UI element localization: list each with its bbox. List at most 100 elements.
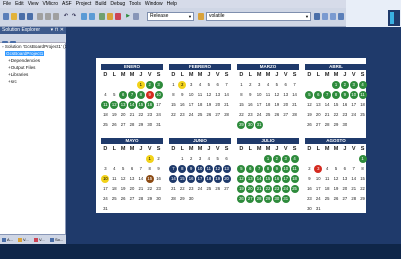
bottom-tab-3[interactable]: V... [34,237,45,243]
day-cell[interactable]: 18 [204,175,213,183]
day-cell[interactable]: 21 [223,101,231,109]
day-cell[interactable]: 12 [213,165,222,173]
day-cell[interactable]: 28 [169,195,177,203]
bottom-tab-2[interactable]: V... [18,237,29,243]
day-cell[interactable]: 12 [305,101,313,109]
day-cell[interactable]: 11 [101,101,110,109]
day-cell[interactable]: 2 [155,155,163,163]
day-cell[interactable]: 21 [323,111,331,119]
bottom-tab-1[interactable]: A... [2,237,13,243]
day-cell[interactable]: 5 [332,165,340,173]
day-cell[interactable]: 10 [281,165,290,173]
day-cell[interactable]: 15 [136,101,145,109]
day-cell[interactable]: 13 [341,175,349,183]
day-cell[interactable]: 11 [323,175,331,183]
day-cell[interactable]: 15 [359,175,367,183]
day-cell[interactable]: 25 [323,195,331,203]
day-cell[interactable]: 3 [196,155,204,163]
day-cell[interactable]: 18 [359,101,367,109]
configuration-dropdown[interactable]: Release ▼ [147,12,194,21]
day-cell[interactable]: 30 [155,195,163,203]
toolbar-icon-a[interactable] [314,13,320,20]
day-cell[interactable]: 26 [205,111,213,119]
day-cell[interactable]: 6 [119,91,128,99]
day-cell[interactable]: 31 [314,205,322,213]
open-icon[interactable] [11,13,17,20]
navigate-forward-icon[interactable] [89,13,95,20]
day-cell[interactable]: 25 [110,195,118,203]
day-cell[interactable]: 12 [110,101,119,109]
day-cell[interactable]: 23 [155,185,163,193]
day-cell[interactable]: 5 [273,81,281,89]
toolbar-icon-c[interactable] [330,13,336,20]
day-cell[interactable]: 9 [178,91,186,99]
day-cell[interactable]: 23 [187,185,195,193]
day-cell[interactable]: 10 [255,91,263,99]
day-cell[interactable]: 19 [273,101,281,109]
day-cell[interactable]: 27 [223,185,231,193]
day-cell[interactable]: 22 [169,111,177,119]
day-cell[interactable]: 28 [291,111,299,119]
day-cell[interactable]: 16 [272,175,281,183]
day-cell[interactable]: 20 [282,101,290,109]
day-cell[interactable]: 30 [341,121,349,129]
day-cell[interactable]: 21 [291,101,299,109]
day-cell[interactable]: 7 [323,91,332,99]
day-cell[interactable]: 27 [341,195,349,203]
menu-item-edit[interactable]: Edit [15,1,24,7]
day-cell[interactable]: 7 [137,165,145,173]
day-cell[interactable]: 13 [128,175,136,183]
day-cell[interactable]: 13 [214,91,222,99]
save-icon[interactable] [19,13,25,20]
day-cell[interactable]: 23 [246,111,254,119]
day-cell[interactable]: 20 [314,111,322,119]
toolbar-icon-d[interactable] [338,13,344,20]
day-cell[interactable]: 28 [128,121,136,129]
day-cell[interactable]: 20 [222,175,231,183]
day-cell[interactable]: 30 [246,121,255,129]
day-cell[interactable]: 29 [359,195,367,203]
day-cell[interactable]: 14 [223,91,231,99]
day-cell[interactable]: 13 [314,101,322,109]
day-cell[interactable]: 11 [264,91,272,99]
day-cell[interactable]: 4 [196,81,204,89]
navigate-back-icon[interactable] [81,13,87,20]
day-cell[interactable]: 27 [119,121,127,129]
day-cell[interactable]: 7 [223,81,231,89]
day-cell[interactable]: 17 [281,175,290,183]
day-cell[interactable]: 31 [155,121,163,129]
day-cell[interactable]: 17 [187,101,195,109]
day-cell[interactable]: 5 [305,91,314,99]
day-cell[interactable]: 3 [101,165,109,173]
day-cell[interactable]: 4 [290,155,299,163]
day-cell[interactable]: 24 [155,111,163,119]
day-cell[interactable]: 31 [101,205,109,213]
menu-item-debug[interactable]: Debug [110,1,125,7]
day-cell[interactable]: 13 [119,101,128,109]
day-cell[interactable]: 4 [110,165,118,173]
day-cell[interactable]: 12 [237,175,246,183]
day-cell[interactable]: 23 [146,111,154,119]
day-cell[interactable]: 19 [205,101,213,109]
menu-item-project[interactable]: Project [76,1,92,7]
day-cell[interactable]: 29 [332,121,340,129]
day-cell[interactable]: 7 [350,165,358,173]
day-cell[interactable]: 24 [314,195,322,203]
step-icon[interactable] [133,13,139,20]
day-cell[interactable]: 4 [205,155,213,163]
day-cell[interactable]: 31 [255,121,264,129]
day-cell[interactable]: 20 [341,185,349,193]
day-cell[interactable]: 21 [255,185,264,193]
menu-item-file[interactable]: File [3,1,11,7]
day-cell[interactable]: 16 [187,175,196,183]
day-cell[interactable]: 9 [340,91,349,99]
day-cell[interactable]: 11 [204,165,213,173]
day-cell[interactable]: 5 [110,91,118,99]
day-cell[interactable]: 23 [272,185,281,193]
day-cell[interactable]: 7 [291,81,299,89]
day-cell[interactable]: 14 [169,175,178,183]
day-cell[interactable]: 14 [137,175,145,183]
menu-item-build[interactable]: Build [95,1,106,7]
day-cell[interactable]: 1 [331,81,340,89]
day-cell[interactable]: 8 [263,165,272,173]
